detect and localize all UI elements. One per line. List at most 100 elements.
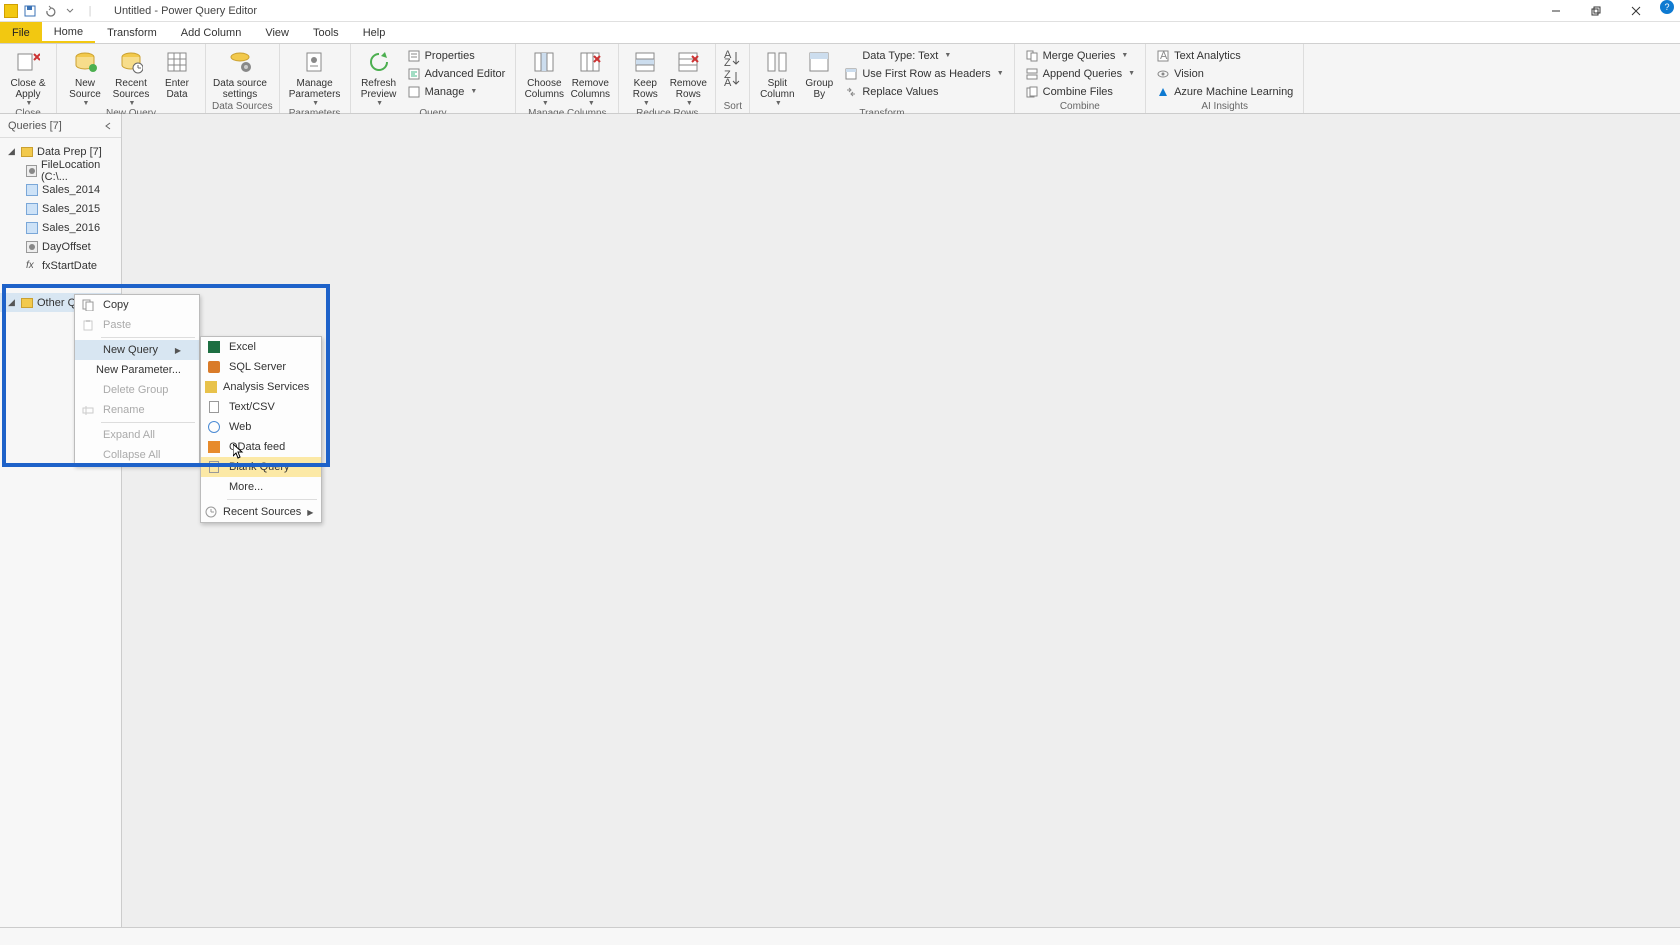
queries-header[interactable]: Queries [7] — [0, 114, 121, 138]
save-icon[interactable] — [22, 3, 38, 19]
query-label: fxStartDate — [42, 260, 97, 272]
azure-ml-button[interactable]: Azure Machine Learning — [1152, 83, 1297, 100]
replace-values-button[interactable]: Replace Values — [840, 83, 1007, 100]
ribbon-group-combine: Merge Queries▼ Append Queries▼ Combine F… — [1015, 44, 1146, 113]
settings-icon — [226, 48, 254, 76]
submenu-web[interactable]: Web — [201, 417, 321, 437]
vision-button[interactable]: Vision — [1152, 65, 1297, 82]
enter-data-button[interactable]: Enter Data — [155, 46, 199, 100]
query-item[interactable]: Sales_2014 — [0, 180, 121, 199]
first-row-headers-button[interactable]: Use First Row as Headers▼ — [840, 65, 1007, 82]
cube-icon — [205, 381, 217, 393]
tab-home[interactable]: Home — [42, 22, 95, 43]
enter-data-icon — [163, 48, 191, 76]
group-by-icon — [805, 48, 833, 76]
help-icon[interactable]: ? — [1660, 0, 1674, 14]
close-apply-button[interactable]: Close & Apply▼ — [6, 46, 50, 107]
query-item[interactable]: fx fxStartDate — [0, 256, 121, 275]
parameters-icon — [301, 48, 329, 76]
ribbon-group-label: AI Insights — [1152, 100, 1297, 113]
submenu-text-csv[interactable]: Text/CSV — [201, 397, 321, 417]
keep-rows-icon — [631, 48, 659, 76]
manage-parameters-button[interactable]: Manage Parameters▼ — [286, 46, 344, 107]
azure-icon — [1156, 85, 1170, 99]
sort-desc-button[interactable]: ZA — [724, 70, 742, 86]
recent-sources-button[interactable]: Recent Sources▼ — [109, 46, 153, 107]
new-source-icon — [71, 48, 99, 76]
title-bar: | Untitled - Power Query Editor ? — [0, 0, 1680, 22]
new-source-button[interactable]: New Source▼ — [63, 46, 107, 107]
restore-button[interactable] — [1576, 0, 1616, 22]
ctx-copy[interactable]: Copy — [75, 295, 199, 315]
ribbon: Close & Apply▼ Close New Source▼ Recent … — [0, 44, 1680, 114]
tab-file[interactable]: File — [0, 22, 42, 43]
tab-transform[interactable]: Transform — [95, 22, 169, 43]
undo-icon[interactable] — [42, 3, 58, 19]
choose-columns-icon — [530, 48, 558, 76]
ribbon-group-transform: Split Column▼ Group By Data Type: Text▼ … — [750, 44, 1014, 113]
close-button[interactable] — [1616, 0, 1656, 22]
recent-sources-icon — [117, 48, 145, 76]
query-label: Sales_2014 — [42, 184, 100, 196]
submenu-sql[interactable]: SQL Server — [201, 357, 321, 377]
separator — [101, 337, 195, 338]
merge-queries-button[interactable]: Merge Queries▼ — [1021, 47, 1139, 64]
data-source-settings-button[interactable]: Data source settings — [212, 46, 268, 100]
collapse-pane-icon[interactable] — [103, 121, 113, 131]
data-type-button[interactable]: Data Type: Text▼ — [840, 47, 1007, 64]
excel-icon — [208, 341, 220, 353]
manage-button[interactable]: Manage▼ — [403, 83, 510, 100]
sort-asc-button[interactable]: AZ — [724, 50, 742, 66]
query-item[interactable]: Sales_2016 — [0, 218, 121, 237]
ctx-collapse-all: Collapse All — [75, 445, 199, 465]
headers-icon — [844, 67, 858, 81]
submenu-more[interactable]: More... — [201, 477, 321, 497]
submenu-excel[interactable]: Excel — [201, 337, 321, 357]
query-label: FileLocation (C:\... — [41, 159, 121, 183]
qat-dropdown-icon[interactable] — [62, 3, 78, 19]
append-queries-button[interactable]: Append Queries▼ — [1021, 65, 1139, 82]
submenu-analysis-services[interactable]: Analysis Services — [201, 377, 321, 397]
expand-toggle-icon[interactable]: ◢ — [8, 297, 17, 308]
submenu-odata[interactable]: OData feed — [201, 437, 321, 457]
parameter-icon — [26, 165, 37, 177]
paste-icon — [79, 317, 97, 333]
append-icon — [1025, 67, 1039, 81]
keep-rows-button[interactable]: Keep Rows▼ — [625, 46, 665, 107]
tab-tools[interactable]: Tools — [301, 22, 351, 43]
folder-icon — [21, 298, 33, 308]
remove-columns-button[interactable]: Remove Columns▼ — [568, 46, 612, 107]
separator — [101, 422, 195, 423]
group-by-button[interactable]: Group By — [800, 46, 838, 100]
merge-icon — [1025, 49, 1039, 63]
ctx-expand-all: Expand All — [75, 425, 199, 445]
submenu-recent-sources[interactable]: Recent Sources▶ — [201, 502, 321, 522]
submenu-blank-query[interactable]: Blank Query — [201, 457, 321, 477]
recent-icon — [205, 504, 217, 520]
tab-help[interactable]: Help — [351, 22, 398, 43]
query-item[interactable]: Sales_2015 — [0, 199, 121, 218]
function-icon: fx — [26, 260, 38, 271]
query-label: Sales_2015 — [42, 203, 100, 215]
tab-add-column[interactable]: Add Column — [169, 22, 254, 43]
properties-button[interactable]: Properties — [403, 47, 510, 64]
split-column-button[interactable]: Split Column▼ — [756, 46, 798, 107]
combine-files-button[interactable]: Combine Files — [1021, 83, 1139, 100]
advanced-editor-icon — [407, 67, 421, 81]
ctx-new-parameter[interactable]: New Parameter... — [75, 360, 199, 380]
remove-rows-button[interactable]: Remove Rows▼ — [667, 46, 709, 107]
query-item[interactable]: FileLocation (C:\... — [0, 161, 121, 180]
advanced-editor-button[interactable]: Advanced Editor — [403, 65, 510, 82]
ribbon-group-reduce-rows: Keep Rows▼ Remove Rows▼ Reduce Rows — [619, 44, 716, 113]
tab-view[interactable]: View — [253, 22, 301, 43]
ribbon-group-manage-columns: Choose Columns▼ Remove Columns▼ Manage C… — [516, 44, 619, 113]
ribbon-group-parameters: Manage Parameters▼ Parameters — [280, 44, 351, 113]
expand-toggle-icon[interactable]: ◢ — [8, 146, 17, 157]
ctx-new-query[interactable]: New Query▶ — [75, 340, 199, 360]
minimize-button[interactable] — [1536, 0, 1576, 22]
query-item[interactable]: DayOffset — [0, 237, 121, 256]
text-analytics-button[interactable]: AText Analytics — [1152, 47, 1297, 64]
refresh-preview-button[interactable]: Refresh Preview▼ — [357, 46, 401, 107]
choose-columns-button[interactable]: Choose Columns▼ — [522, 46, 566, 107]
split-column-icon — [763, 48, 791, 76]
